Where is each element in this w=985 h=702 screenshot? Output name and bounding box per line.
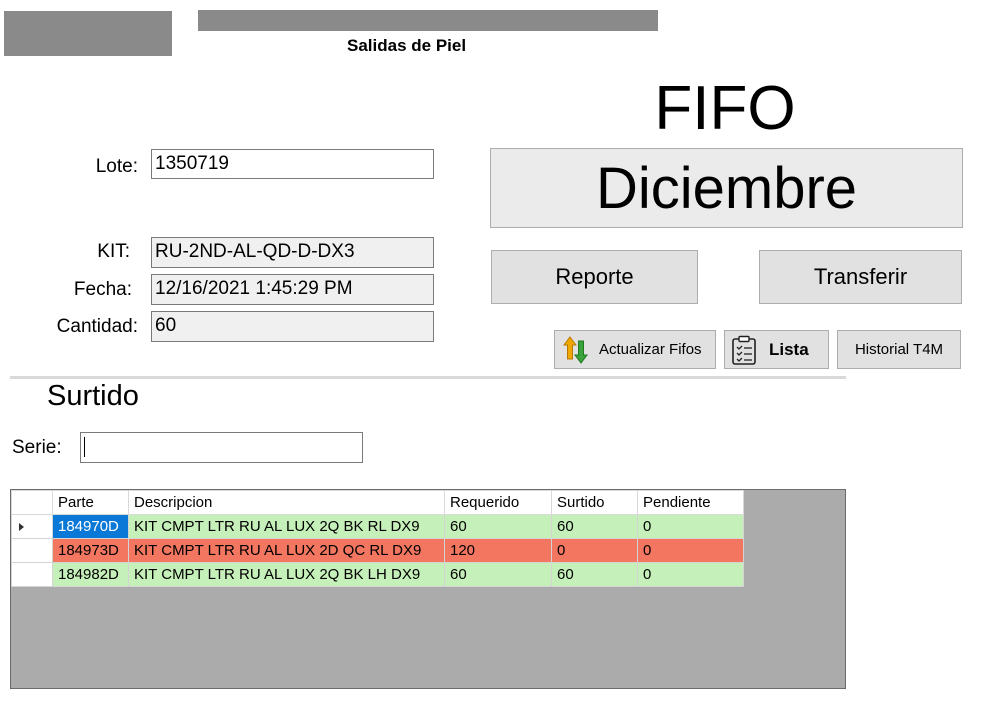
row-header[interactable] xyxy=(11,538,53,563)
row-header-current[interactable] xyxy=(11,514,53,539)
historial-t4m-label: Historial T4M xyxy=(854,341,944,358)
grid-header-row: Parte Descripcion Requerido Surtido Pend… xyxy=(11,490,744,515)
table-row[interactable]: 184970D KIT CMPT LTR RU AL LUX 2Q BK RL … xyxy=(11,514,744,539)
actualizar-fifos-label: Actualizar Fifos xyxy=(599,341,702,358)
data-grid[interactable]: Parte Descripcion Requerido Surtido Pend… xyxy=(10,489,846,689)
transferir-button[interactable]: Transferir xyxy=(759,250,962,304)
current-row-icon xyxy=(19,523,24,531)
lote-label: Lote: xyxy=(95,156,138,177)
redacted-logo xyxy=(4,11,172,56)
historial-t4m-button[interactable]: Historial T4M xyxy=(837,330,961,369)
section-divider xyxy=(10,376,846,379)
cell-requerido[interactable]: 60 xyxy=(444,562,552,587)
lote-input[interactable]: 1350719 xyxy=(151,149,434,179)
cell-parte[interactable]: 184982D xyxy=(52,562,129,587)
column-header-surtido[interactable]: Surtido xyxy=(551,490,638,515)
table-row[interactable]: 184982D KIT CMPT LTR RU AL LUX 2Q BK LH … xyxy=(11,562,744,587)
lista-button[interactable]: Lista xyxy=(724,330,829,369)
grid-table: Parte Descripcion Requerido Surtido Pend… xyxy=(11,490,744,587)
actualizar-fifos-button[interactable]: Actualizar Fifos xyxy=(554,330,716,369)
column-header-descripcion[interactable]: Descripcion xyxy=(128,490,445,515)
serie-label: Serie: xyxy=(12,437,62,458)
cell-surtido[interactable]: 60 xyxy=(551,562,638,587)
cell-parte[interactable]: 184973D xyxy=(52,538,129,563)
cell-requerido[interactable]: 120 xyxy=(444,538,552,563)
cell-pendiente[interactable]: 0 xyxy=(637,514,744,539)
serie-input[interactable] xyxy=(80,432,363,463)
row-header-corner xyxy=(11,490,53,515)
cell-surtido[interactable]: 60 xyxy=(551,514,638,539)
row-header[interactable] xyxy=(11,562,53,587)
cell-descripcion[interactable]: KIT CMPT LTR RU AL LUX 2D QC RL DX9 xyxy=(128,538,445,563)
cell-requerido[interactable]: 60 xyxy=(444,514,552,539)
month-label: Diciembre xyxy=(595,155,858,221)
fecha-label: Fecha: xyxy=(73,279,132,300)
month-display: Diciembre xyxy=(490,148,963,228)
cell-surtido[interactable]: 0 xyxy=(551,538,638,563)
cell-pendiente[interactable]: 0 xyxy=(637,538,744,563)
text-cursor xyxy=(84,436,85,457)
reporte-button[interactable]: Reporte xyxy=(491,250,698,304)
lista-label: Lista xyxy=(769,339,809,359)
cantidad-label: Cantidad: xyxy=(56,316,138,337)
refresh-arrows-icon xyxy=(563,335,589,365)
column-header-parte[interactable]: Parte xyxy=(52,490,129,515)
clipboard-list-icon xyxy=(731,335,757,365)
cell-parte[interactable]: 184970D xyxy=(52,514,129,539)
cantidad-field: 60 xyxy=(151,311,434,342)
kit-field: RU-2ND-AL-QD-D-DX3 xyxy=(151,237,434,268)
cell-pendiente[interactable]: 0 xyxy=(637,562,744,587)
cell-descripcion[interactable]: KIT CMPT LTR RU AL LUX 2Q BK LH DX9 xyxy=(128,562,445,587)
surtido-title: Surtido xyxy=(47,380,139,412)
column-header-pendiente[interactable]: Pendiente xyxy=(637,490,744,515)
table-row[interactable]: 184973D KIT CMPT LTR RU AL LUX 2D QC RL … xyxy=(11,538,744,563)
window-title: Salidas de Piel xyxy=(347,36,467,55)
fecha-field: 12/16/2021 1:45:29 PM xyxy=(151,274,434,305)
redacted-banner xyxy=(198,10,658,31)
reporte-button-label: Reporte xyxy=(555,264,634,289)
kit-label: KIT: xyxy=(97,241,130,262)
column-header-requerido[interactable]: Requerido xyxy=(444,490,552,515)
transferir-button-label: Transferir xyxy=(813,264,908,289)
fifo-title: FIFO xyxy=(654,74,796,143)
cell-descripcion[interactable]: KIT CMPT LTR RU AL LUX 2Q BK RL DX9 xyxy=(128,514,445,539)
